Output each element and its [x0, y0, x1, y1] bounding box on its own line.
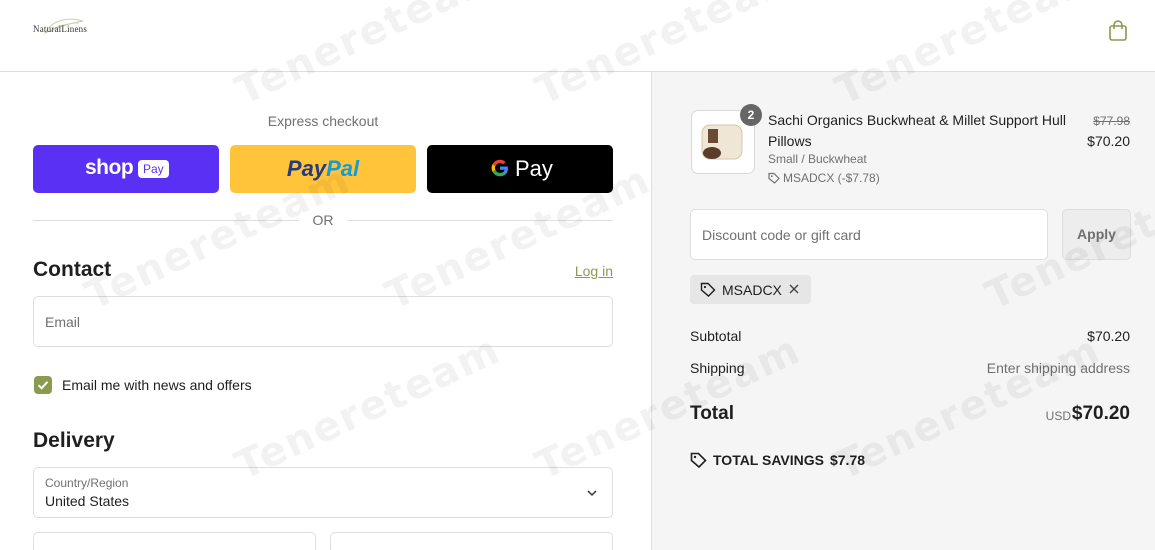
discount-code-field[interactable] [690, 209, 1048, 260]
checkout-form: Express checkout shop Pay PayPal Pay OR … [0, 72, 651, 550]
discount-code-input[interactable] [691, 210, 1047, 259]
currency-code: USD [1045, 409, 1071, 423]
shop-pay-badge: Pay [138, 160, 169, 178]
or-divider: OR [33, 212, 613, 230]
total-savings: TOTAL SAVINGS $7.78 [690, 452, 866, 469]
order-summary: 2 Sachi Organics Buckwheat & Millet Supp… [651, 72, 1155, 550]
savings-value: $7.78 [829, 452, 866, 468]
shop-pay-button[interactable]: shop Pay [33, 145, 219, 193]
product-discount-label: MSADCX (-$7.78) [783, 171, 880, 185]
checkout-header: NaturalLinens [0, 0, 1155, 72]
newsletter-checkbox[interactable] [34, 376, 52, 394]
total-value: $70.20 [1071, 403, 1130, 424]
original-price: $77.98 [1093, 114, 1130, 128]
country-value: United States [45, 493, 130, 509]
logo-text: NaturalLinens [33, 24, 88, 34]
applied-discount-chip: MSADCX [690, 275, 811, 304]
shipping-label: Shipping [690, 360, 745, 376]
savings-label: TOTAL SAVINGS [713, 452, 824, 468]
shop-pay-wordmark: shop [85, 156, 134, 179]
google-pay-label: Pay [515, 156, 553, 181]
product-thumbnail: 2 [691, 104, 762, 174]
shopping-bag-icon[interactable] [1108, 20, 1128, 42]
google-pay-button[interactable]: Pay [427, 145, 613, 193]
total-label: Total [690, 403, 734, 424]
first-name-field[interactable] [33, 532, 316, 550]
close-icon[interactable] [788, 283, 800, 295]
paypal-button[interactable]: PayPal [230, 145, 416, 193]
country-select[interactable]: Country/Region United States [33, 467, 613, 518]
country-label: Country/Region [45, 476, 129, 490]
email-input[interactable] [34, 297, 612, 346]
shipping-value: Enter shipping address [986, 360, 1130, 376]
discounted-price: $70.20 [1087, 133, 1130, 149]
email-field[interactable] [33, 296, 613, 347]
chevron-down-icon [587, 490, 597, 497]
apply-discount-button[interactable]: Apply [1062, 209, 1131, 260]
newsletter-label: Email me with news and offers [62, 377, 252, 393]
checkmark-icon [37, 381, 49, 390]
product-variant: Small / Buckwheat [768, 152, 867, 166]
last-name-field[interactable] [330, 532, 613, 550]
delivery-heading: Delivery [33, 429, 115, 452]
tag-icon [700, 282, 716, 297]
quantity-badge: 2 [740, 104, 762, 126]
store-logo[interactable]: NaturalLinens [33, 17, 99, 43]
tag-icon [768, 172, 780, 184]
divider-line [347, 220, 613, 221]
product-name: Sachi Organics Buckwheat & Millet Suppor… [768, 112, 1067, 149]
product-discount: MSADCX (-$7.78) [768, 171, 880, 185]
subtotal-label: Subtotal [690, 328, 742, 344]
paypal-wordmark: PayPal [286, 156, 360, 181]
express-checkout-title: Express checkout [267, 113, 379, 129]
google-g-icon [491, 159, 508, 177]
applied-discount-code: MSADCX [722, 282, 782, 298]
contact-heading: Contact [33, 258, 112, 281]
login-link[interactable]: Log in [540, 263, 613, 279]
savings-tag-icon [690, 452, 707, 469]
subtotal-value: $70.20 [1087, 328, 1130, 344]
